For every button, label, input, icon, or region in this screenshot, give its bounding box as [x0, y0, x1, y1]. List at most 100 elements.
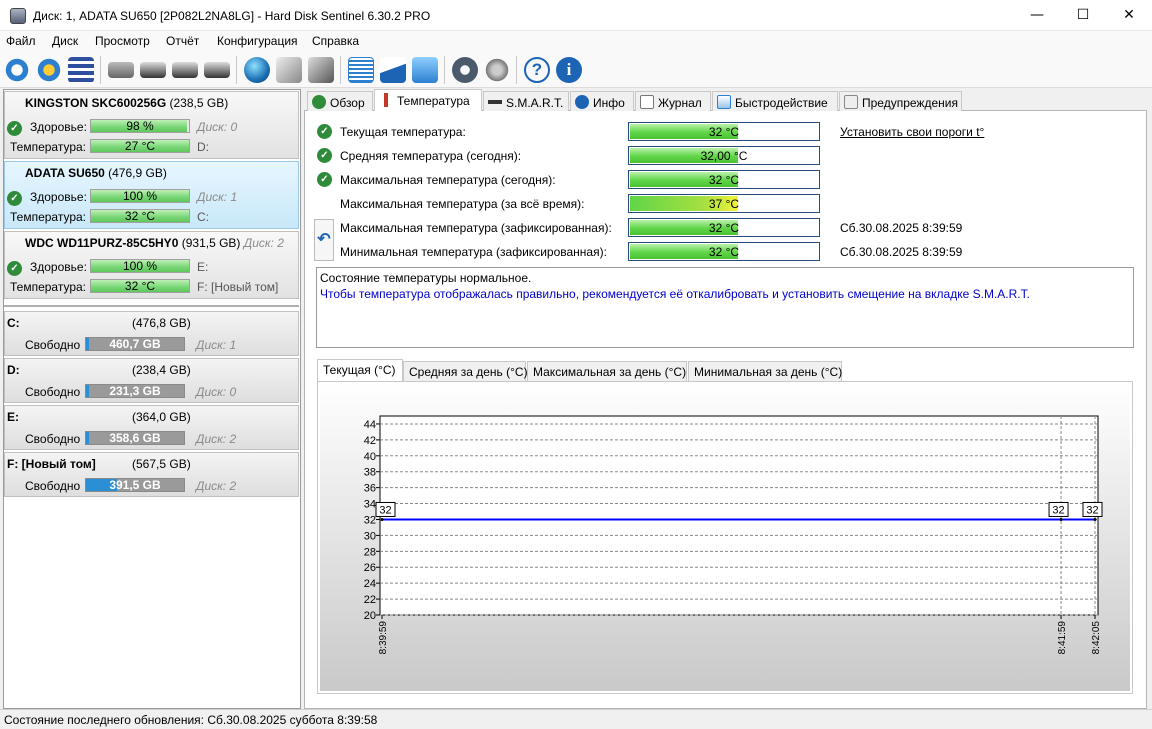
close-button[interactable]: ✕ — [1106, 0, 1152, 31]
free-value: 358,6 GB — [109, 431, 161, 445]
y-tick-label: 20 — [364, 610, 376, 622]
menu-report[interactable]: Отчёт — [166, 34, 199, 48]
check-icon: ✓ — [317, 172, 332, 187]
set-thresholds-link[interactable]: Установить свои пороги t° — [840, 125, 984, 139]
disk-size: (238,5 GB) — [169, 96, 229, 110]
temperature-chart: 20222426283032343638404244 8:39:59 8:41:5… — [320, 382, 1130, 691]
data-point — [1093, 517, 1097, 521]
mail-icon[interactable] — [380, 57, 406, 83]
info-icon — [575, 95, 589, 109]
status-message-line2: Чтобы температура отображалась правильно… — [320, 287, 1030, 301]
external-drive-icon[interactable] — [308, 57, 334, 83]
check-icon: ✓ — [7, 191, 22, 206]
menu-help[interactable]: Справка — [312, 34, 359, 48]
avg-temp-value: 32,00 °C — [700, 149, 748, 163]
tab-info[interactable]: Инфо — [570, 91, 634, 111]
free-value: 231,3 GB — [109, 384, 161, 398]
health-value: 100 % — [122, 259, 158, 273]
gear-icon[interactable] — [452, 57, 478, 83]
check-icon: ✓ — [317, 148, 332, 163]
info-icon[interactable]: i — [556, 57, 582, 83]
tab-smart[interactable]: S.M.A.R.T. — [483, 91, 569, 111]
free-label: Свободно — [25, 432, 81, 446]
disk-list-icon[interactable] — [68, 57, 94, 83]
x-tick-label: 8:39:59 — [378, 621, 389, 655]
temp-bar: 32 °C — [90, 209, 190, 223]
free-bar: 391,5 GB — [85, 478, 185, 492]
max-recorded-temp-value: 32 °C — [708, 221, 740, 235]
temp-row-label: Текущая температура: — [340, 125, 466, 139]
graph-tab-daily-max[interactable]: Максимальная за день (°C) — [527, 361, 687, 381]
y-tick-label: 38 — [364, 467, 376, 479]
max-today-temp-value: 32 °C — [708, 173, 740, 187]
health-value: 98 % — [126, 119, 154, 133]
thermometer-icon — [379, 93, 393, 107]
menu-file[interactable]: Файл — [6, 34, 36, 48]
y-tick-label: 32 — [364, 514, 376, 526]
globe-icon[interactable] — [244, 57, 270, 83]
volume-size: (238,4 GB) — [132, 363, 191, 377]
minimize-button[interactable]: — — [1014, 0, 1060, 31]
free-label: Свободно — [25, 338, 81, 352]
graph-tab-current[interactable]: Текущая (°C) — [317, 359, 403, 382]
temp-value: 27 °C — [124, 139, 156, 153]
drive-letter: D: — [197, 140, 209, 154]
check-icon: ✓ — [7, 121, 22, 136]
drive-letter: C: — [197, 210, 209, 224]
menu-config[interactable]: Конфигурация — [217, 34, 298, 48]
network-icon[interactable] — [412, 57, 438, 83]
menu-disk[interactable]: Диск — [52, 34, 78, 48]
menu-view[interactable]: Просмотр — [95, 34, 150, 48]
refresh-icon[interactable] — [4, 57, 30, 83]
health-bar: 100 % — [90, 259, 190, 273]
y-tick-label: 30 — [364, 530, 376, 542]
max-today-temp-bar: 32 °C — [628, 170, 820, 189]
speaker-icon[interactable] — [484, 57, 510, 83]
tab-log[interactable]: Журнал — [635, 91, 711, 111]
drive-letter: F: [Новый том] — [197, 280, 279, 294]
min-recorded-date: Сб.30.08.2025 8:39:59 — [840, 245, 963, 259]
reset-undo-icon[interactable]: ↶ — [314, 219, 334, 261]
tab-warnings[interactable]: Предупреждения — [839, 91, 962, 111]
tab-overview[interactable]: Обзор — [307, 91, 373, 111]
data-label: 32 — [1086, 504, 1098, 516]
divider — [4, 305, 299, 307]
min-recorded-temp-bar: 32 °C — [628, 242, 820, 261]
data-point — [1059, 517, 1063, 521]
drive-clock-icon[interactable] — [140, 62, 166, 78]
temp-label: Температура: — [10, 280, 87, 294]
drive-search-icon[interactable] — [204, 62, 230, 78]
app-icon — [10, 8, 26, 24]
graph-tab-daily-min[interactable]: Минимальная за день (°C) — [688, 361, 842, 381]
y-tick-label: 36 — [364, 483, 376, 495]
disk-title: ADATA SU650 (476,9 GB) — [25, 166, 167, 180]
temp-row-label: Максимальная температура (сегодня): — [340, 173, 556, 187]
tab-performance[interactable]: Быстродействие — [712, 91, 838, 111]
tab-temperature[interactable]: Температура — [374, 89, 482, 111]
y-tick-label: 24 — [364, 578, 376, 590]
disk-title: KINGSTON SKC600256G (238,5 GB) — [25, 96, 228, 110]
y-tick-label: 40 — [364, 451, 376, 463]
health-value: 100 % — [122, 189, 158, 203]
drive-check-icon[interactable] — [172, 62, 198, 78]
report-icon[interactable] — [348, 57, 374, 83]
volume-disk: Диск: 1 — [196, 338, 237, 352]
volume-letter: D: — [7, 363, 20, 377]
maximize-button[interactable]: ☐ — [1060, 0, 1106, 31]
free-label: Свободно — [25, 479, 81, 493]
disk-icon — [488, 95, 502, 109]
current-temp-value: 32 °C — [708, 125, 740, 139]
volume-disk: Диск: 0 — [196, 385, 237, 399]
graph-tab-daily-avg[interactable]: Средняя за день (°C) — [403, 361, 528, 381]
disk-number: Диск: 2 — [243, 236, 284, 250]
min-recorded-temp-value: 32 °C — [708, 245, 740, 259]
refresh-all-icon[interactable] — [36, 57, 62, 83]
free-bar: 460,7 GB — [85, 337, 185, 351]
plot-area — [379, 415, 1099, 616]
volume-disk: Диск: 2 — [196, 432, 237, 446]
drive-icon[interactable] — [108, 62, 134, 78]
disk-size: (931,5 GB) — [181, 236, 241, 250]
help-icon[interactable]: ? — [524, 57, 550, 83]
disk-title: WDC WD11PURZ-85C5HY0 (931,5 GB) Диск: 2 — [25, 236, 284, 250]
server-icon[interactable] — [276, 57, 302, 83]
